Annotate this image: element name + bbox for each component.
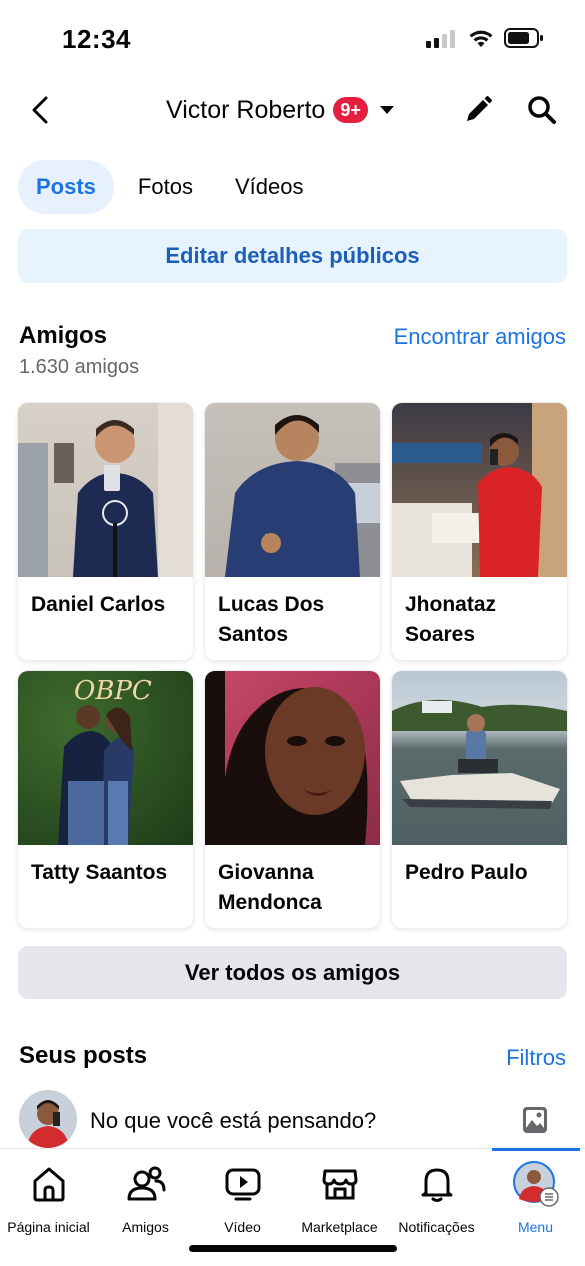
search-icon xyxy=(528,96,556,124)
photo-icon xyxy=(523,1107,547,1133)
friend-name[interactable]: Giovanna Mendonca xyxy=(205,845,380,928)
tab-videos[interactable]: Vídeos xyxy=(217,160,322,214)
friend-card[interactable]: Daniel Carlos xyxy=(18,403,193,660)
tab-fotos[interactable]: Fotos xyxy=(120,160,211,214)
svg-text:OBPC: OBPC xyxy=(74,676,152,706)
nav-video[interactable]: Vídeo xyxy=(194,1163,291,1235)
friend-photo[interactable] xyxy=(392,403,567,577)
edit-profile-button[interactable] xyxy=(458,90,498,130)
friend-name[interactable]: Jhonataz Soares xyxy=(392,577,567,660)
home-indicator xyxy=(189,1245,397,1252)
search-button[interactable] xyxy=(522,90,562,130)
home-icon xyxy=(33,1167,64,1202)
tab-posts[interactable]: Posts xyxy=(18,160,114,214)
video-icon xyxy=(225,1168,260,1201)
bell-icon xyxy=(421,1168,452,1202)
back-button[interactable] xyxy=(20,90,60,130)
pencil-icon xyxy=(467,96,492,121)
top-nav: Victor Roberto 9+ xyxy=(0,80,585,140)
post-composer[interactable]: No que você está pensando? xyxy=(0,1090,585,1150)
friend-name[interactable]: Lucas Dos Santos xyxy=(205,577,380,660)
friends-icon xyxy=(127,1166,165,1201)
nav-home[interactable]: Página inicial xyxy=(0,1163,97,1235)
active-tab-indicator xyxy=(492,1148,580,1151)
friend-photo[interactable]: OBPC xyxy=(18,671,193,845)
nav-friends[interactable]: Amigos xyxy=(97,1163,194,1235)
profile-name: Victor Roberto xyxy=(166,95,326,124)
friend-photo[interactable] xyxy=(205,403,380,577)
friend-card[interactable]: Jhonataz Soares xyxy=(392,403,567,660)
nav-label: Marketplace xyxy=(301,1219,378,1235)
menu-avatar-icon xyxy=(512,1161,559,1207)
nav-marketplace[interactable]: Marketplace xyxy=(291,1163,388,1235)
wifi-icon xyxy=(469,30,493,47)
friend-name[interactable]: Daniel Carlos xyxy=(18,577,193,633)
nav-menu[interactable]: Menu xyxy=(487,1161,584,1235)
nav-label: Amigos xyxy=(122,1219,169,1235)
marketplace-icon xyxy=(322,1169,357,1200)
friend-name[interactable]: Tatty Saantos xyxy=(18,845,193,901)
friend-name[interactable]: Pedro Paulo xyxy=(392,845,567,901)
nav-label: Menu xyxy=(517,1219,554,1235)
status-time: 12:34 xyxy=(62,24,131,54)
filters-link[interactable]: Filtros xyxy=(506,1045,566,1071)
add-photo-button[interactable] xyxy=(519,1104,551,1136)
friend-card[interactable]: Giovanna Mendonca xyxy=(205,671,380,928)
avatar[interactable] xyxy=(19,1090,77,1148)
profile-tabs: Posts Fotos Vídeos xyxy=(18,160,321,214)
find-friends-link[interactable]: Encontrar amigos xyxy=(394,324,566,350)
nav-label: Vídeo xyxy=(224,1219,261,1235)
nav-label: Notificações xyxy=(398,1219,475,1235)
nav-label: Página inicial xyxy=(7,1219,90,1235)
nav-notifications[interactable]: Notificações xyxy=(388,1163,485,1235)
battery-icon xyxy=(504,28,543,48)
cellular-signal-icon xyxy=(426,30,458,48)
chevron-down-icon xyxy=(379,106,394,114)
friends-section-title: Amigos xyxy=(19,322,108,349)
friend-card[interactable]: Lucas Dos Santos xyxy=(205,403,380,660)
notification-badge: 9+ xyxy=(333,97,368,123)
friend-photo[interactable] xyxy=(392,671,567,845)
friend-photo[interactable] xyxy=(205,671,380,845)
friend-card[interactable]: OBPC Tatty Saantos xyxy=(18,671,193,928)
friend-card[interactable]: Pedro Paulo xyxy=(392,671,567,928)
your-posts-title: Seus posts xyxy=(19,1042,148,1069)
status-bar: 12:34 xyxy=(0,0,585,70)
edit-public-details-button[interactable]: Editar detalhes públicos xyxy=(18,229,567,283)
back-arrow-icon xyxy=(32,96,48,124)
composer-placeholder[interactable]: No que você está pensando? xyxy=(90,1108,376,1134)
friends-count: 1.630 amigos xyxy=(19,356,140,378)
profile-switcher[interactable]: Victor Roberto 9+ xyxy=(166,92,394,128)
see-all-friends-button[interactable]: Ver todos os amigos xyxy=(18,946,567,999)
friend-photo[interactable] xyxy=(18,403,193,577)
